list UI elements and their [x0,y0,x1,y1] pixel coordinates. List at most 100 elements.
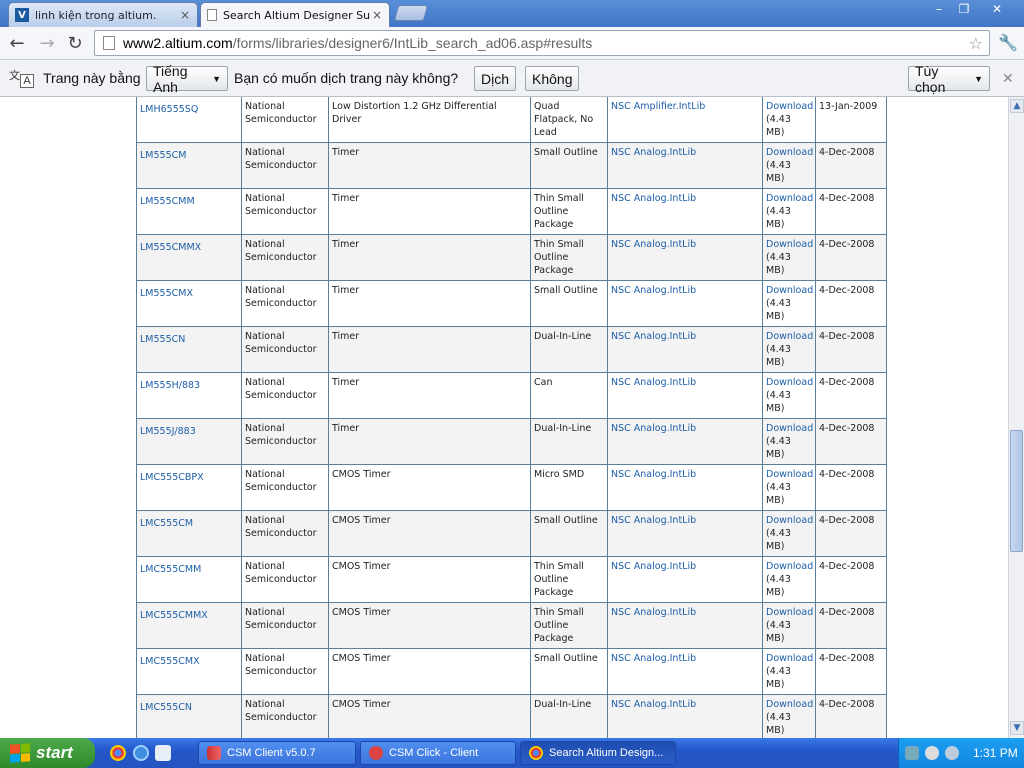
vertical-scrollbar[interactable]: ▲ ▼ [1008,97,1024,738]
scroll-up-icon[interactable]: ▲ [1010,99,1024,113]
table-row: LM555CMM National Semiconductor Timer Thin … [136,188,887,235]
scroll-down-icon[interactable]: ▼ [1010,721,1024,735]
library-link[interactable]: NSC Analog.IntLib [611,653,696,664]
close-infobar-icon[interactable]: ✕ [1002,70,1014,87]
part-number-link[interactable]: LM555CMM [140,196,195,207]
library-link[interactable]: NSC Analog.IntLib [611,561,696,572]
scroll-thumb[interactable] [1010,430,1023,552]
manufacturer-text: National Semiconductor [245,377,317,401]
package-text: Dual-In-Line [534,699,592,710]
description-cell: CMOS Timer [328,648,531,695]
ie-quicklaunch-icon[interactable] [133,745,149,761]
file-size: (4.43 MB) [766,482,791,506]
network-icon[interactable] [905,746,919,760]
library-cell: NSC Analog.IntLib [607,418,763,465]
desktop-quicklaunch-icon[interactable] [155,745,171,761]
download-link[interactable]: Download [766,607,813,618]
library-link[interactable]: NSC Analog.IntLib [611,607,696,618]
taskbar-item-csm-client[interactable]: CSM Client v5.0.7 [198,741,356,765]
bookmark-star-icon[interactable]: ☆ [969,34,983,53]
manufacturer-text: National Semiconductor [245,515,317,539]
part-number-link[interactable]: LMH6555SQ [140,104,198,115]
library-cell: NSC Analog.IntLib [607,510,763,557]
part-number-link[interactable]: LM555J/883 [140,426,196,437]
translate-prefix-label: Trang này bằng [43,70,141,86]
download-link[interactable]: Download [766,653,813,664]
close-window-icon[interactable]: ✕ [986,1,1008,17]
library-link[interactable]: NSC Analog.IntLib [611,699,696,710]
download-cell: Download (4.43 MB) [762,234,816,281]
address-bar[interactable]: www2.altium.com/forms/libraries/designer… [94,30,990,56]
url-domain: www2.altium.com [123,35,233,51]
library-link[interactable]: NSC Analog.IntLib [611,515,696,526]
library-link[interactable]: NSC Analog.IntLib [611,239,696,250]
language-value: Tiếng Anh [153,62,188,95]
manufacturer-cell: National Semiconductor [241,694,329,738]
part-number-link[interactable]: LM555CM [140,150,186,161]
taskbar-item-chrome[interactable]: Search Altium Design... [520,741,676,765]
download-link[interactable]: Download [766,285,813,296]
download-link[interactable]: Download [766,515,813,526]
download-link[interactable]: Download [766,699,813,710]
package-text: Small Outline [534,285,598,296]
download-link[interactable]: Download [766,377,813,388]
library-link[interactable]: NSC Analog.IntLib [611,193,696,204]
part-number-link[interactable]: LMC555CMM [140,564,201,575]
download-link[interactable]: Download [766,193,813,204]
close-tab-icon[interactable]: × [179,8,191,22]
part-number-link[interactable]: LM555H/883 [140,380,200,391]
library-link[interactable]: NSC Analog.IntLib [611,377,696,388]
wrench-icon[interactable]: 🔧 [998,33,1018,52]
volume-icon[interactable] [925,746,939,760]
close-tab-icon[interactable]: × [371,8,383,22]
library-link[interactable]: NSC Analog.IntLib [611,331,696,342]
url-text[interactable]: www2.altium.com/forms/libraries/designer… [123,35,969,51]
library-link[interactable]: NSC Analog.IntLib [611,423,696,434]
part-number-link[interactable]: LM555CMMX [140,242,201,253]
description-text: Low Distortion 1.2 GHz Differential Driv… [332,101,497,125]
library-link[interactable]: NSC Analog.IntLib [611,285,696,296]
chrome-quicklaunch-icon[interactable] [110,745,126,761]
table-row: LMC555CM National Semiconductor CMOS Timer… [136,510,887,557]
part-number-link[interactable]: LMC555CMMX [140,610,208,621]
reload-icon[interactable]: ↻ [64,33,86,54]
library-link[interactable]: NSC Amplifier.IntLib [611,101,705,112]
part-number-link[interactable]: LMC555CN [140,702,192,713]
new-tab-button[interactable] [393,5,429,21]
download-link[interactable]: Download [766,239,813,250]
library-link[interactable]: NSC Analog.IntLib [611,147,696,158]
part-number-link[interactable]: LM555CN [140,334,185,345]
library-cell: NSC Analog.IntLib [607,602,763,649]
no-translate-button[interactable]: Không [525,66,580,91]
library-link[interactable]: NSC Analog.IntLib [611,469,696,480]
part-number-link[interactable]: LMC555CBPX [140,472,204,483]
download-link[interactable]: Download [766,101,813,112]
download-link[interactable]: Download [766,423,813,434]
file-size: (4.43 MB) [766,252,791,276]
download-link[interactable]: Download [766,331,813,342]
start-button[interactable]: start [0,738,95,768]
taskbar-item-csm-click[interactable]: CSM Click - Client [360,741,516,765]
minimize-icon[interactable]: – [930,1,948,17]
language-select[interactable]: Tiếng Anh ▼ [146,63,228,95]
forward-arrow-icon[interactable]: → [36,33,58,54]
part-number-link[interactable]: LMC555CM [140,518,193,529]
tab-search-altium[interactable]: Search Altium Designer Summ × [200,2,390,27]
translate-options-button[interactable]: Tùy chọn ▼ [908,63,990,95]
manufacturer-cell: National Semiconductor [241,648,329,695]
translate-button[interactable]: Dịch [474,66,517,91]
tab-altium-components[interactable]: V linh kiện trong altium. × [8,2,198,27]
security-icon[interactable] [945,746,959,760]
restore-icon[interactable]: ❐ [955,1,973,17]
download-cell: Download (4.43 MB) [762,280,816,327]
back-arrow-icon[interactable]: ← [6,33,28,54]
windows-taskbar: start CSM Client v5.0.7 CSM Click - Clie… [0,738,1024,768]
download-link[interactable]: Download [766,147,813,158]
part-number-link[interactable]: LM555CMX [140,288,193,299]
download-link[interactable]: Download [766,469,813,480]
navigation-bar: ← → ↻ www2.altium.com/forms/libraries/de… [0,27,1024,60]
description-text: Timer [332,193,360,204]
download-link[interactable]: Download [766,561,813,572]
description-text: Timer [332,285,360,296]
part-number-link[interactable]: LMC555CMX [140,656,200,667]
